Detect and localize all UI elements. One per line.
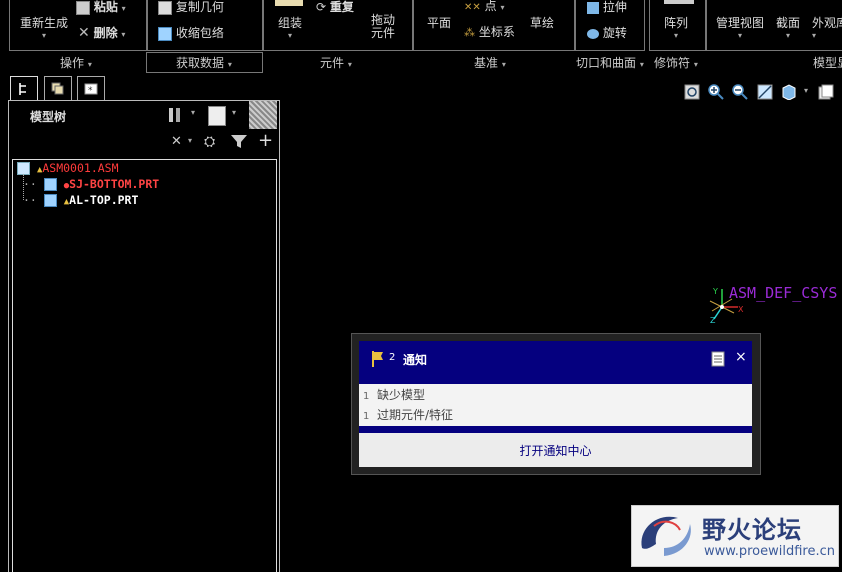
notification-dialog: 2 通知 × 1 缺少模型 1 过期元件/特征 打开通知中心: [351, 333, 761, 475]
binoculars-icon[interactable]: ⛭: [204, 134, 215, 150]
saved-views-icon[interactable]: [818, 84, 834, 100]
grid-toggle-icon[interactable]: [249, 101, 277, 129]
paste-icon: [76, 0, 90, 15]
model-tree-title: 模型树: [30, 110, 67, 124]
group-label-modifiers[interactable]: 修饰符 ▾: [654, 54, 698, 71]
forum-watermark: 野火论坛 www.proewildfire.cn: [631, 505, 839, 567]
tab-favorites[interactable]: *: [77, 76, 105, 101]
repaint-icon[interactable]: [757, 84, 773, 100]
part-icon: [43, 178, 57, 191]
forum-logo-icon: [641, 516, 691, 556]
close-search-icon[interactable]: ✕: [171, 134, 182, 149]
svg-text:*: *: [88, 86, 93, 96]
group-label-operations[interactable]: 操作 ▾: [60, 54, 92, 71]
tab-model-tree[interactable]: [10, 76, 38, 101]
extrude-button[interactable]: 拉伸: [587, 0, 627, 15]
manage-views-button[interactable]: 管理视图 ▾: [716, 14, 764, 40]
group-label-components[interactable]: 元件 ▾: [320, 54, 352, 71]
group-label-get-data[interactable]: 获取数据 ▾: [176, 54, 232, 71]
tree-icon: [19, 83, 26, 95]
zoom-in-icon[interactable]: [708, 84, 724, 100]
refit-icon[interactable]: [684, 84, 700, 100]
group-label-model-display[interactable]: 模型显: [813, 54, 842, 71]
add-icon[interactable]: +: [258, 130, 273, 151]
section-button[interactable]: 截面 ▾: [776, 14, 800, 40]
drag-components-button[interactable]: 拖动 元件: [371, 14, 395, 40]
flag-icon: [372, 351, 383, 367]
pattern-button[interactable]: 阵列 ▾: [664, 14, 688, 40]
point-icon: ✕✕: [464, 2, 481, 13]
settings-dropdown-icon[interactable]: ▾: [191, 108, 195, 117]
tree-item-root[interactable]: ▲ASM0001.ASM: [13, 161, 119, 177]
axis-y-label: Y: [713, 287, 718, 296]
group-label-cut-surface[interactable]: 切口和曲面 ▾: [576, 54, 644, 71]
pattern-icon: [664, 0, 694, 4]
paste-button[interactable]: 粘贴 ▾: [76, 0, 126, 15]
display-style-dropdown-icon[interactable]: ▾: [804, 86, 808, 95]
show-dropdown-icon[interactable]: ▾: [232, 108, 236, 117]
settings-icon[interactable]: [166, 106, 184, 124]
assemble-button[interactable]: 组装 ▾: [278, 14, 302, 40]
tree-item-part[interactable]: ·· ▲AL-TOP.PRT: [13, 193, 138, 209]
group-label-datum[interactable]: 基准 ▾: [474, 54, 506, 71]
repeat-button[interactable]: ⟳ 重复: [316, 0, 354, 15]
csys-label: ASM_DEF_CSYS: [729, 284, 838, 302]
notification-item[interactable]: 1 过期元件/特征: [363, 406, 453, 423]
delete-icon: ✕: [78, 25, 90, 41]
csys-icon: ⁂: [464, 26, 475, 39]
model-tree: ▲ASM0001.ASM ·· ●SJ-BOTTOM.PRT ·· ▲AL-TO…: [12, 159, 277, 572]
filter-dropdown-icon[interactable]: ▾: [188, 136, 192, 145]
folder-star-icon: *: [84, 83, 98, 96]
notification-list: 1 缺少模型 1 过期元件/特征: [359, 377, 752, 433]
regenerate-button[interactable]: 重新生成 ▾: [20, 14, 68, 40]
zoom-out-icon[interactable]: [732, 84, 748, 100]
open-notification-center-label: 打开通知中心: [519, 444, 592, 458]
revolve-icon: [587, 28, 599, 39]
assemble-icon: [275, 0, 303, 6]
axis-x-label: X: [738, 305, 744, 314]
forum-name: 野火论坛: [702, 516, 802, 544]
repeat-icon: ⟳: [316, 0, 327, 14]
filter-icon[interactable]: [230, 134, 248, 150]
copy-geometry-button[interactable]: 复制几何: [158, 0, 224, 15]
open-notification-center-button[interactable]: 打开通知中心: [359, 433, 752, 467]
revolve-button[interactable]: 旋转: [587, 24, 627, 41]
forum-url: www.proewildfire.cn: [704, 544, 835, 559]
notification-item[interactable]: 1 缺少模型: [363, 386, 425, 403]
notification-count: 2: [389, 352, 396, 363]
copy-geometry-icon: [158, 0, 172, 15]
layers-icon: [51, 82, 64, 95]
close-icon[interactable]: ×: [735, 349, 747, 365]
delete-button[interactable]: ✕ 删除 ▾: [78, 24, 125, 41]
csys-button[interactable]: ⁂ 坐标系: [464, 23, 515, 40]
point-button[interactable]: ✕✕ 点 ▾: [464, 0, 504, 14]
shrinkwrap-icon: [158, 26, 172, 41]
display-style-icon[interactable]: [781, 84, 797, 100]
shrinkwrap-button[interactable]: 收缩包络: [158, 24, 224, 41]
plane-button[interactable]: 平面: [427, 14, 451, 31]
document-icon[interactable]: [711, 351, 725, 367]
extrude-icon: [587, 1, 599, 14]
tab-layers[interactable]: [44, 76, 72, 101]
show-icon[interactable]: [208, 106, 226, 126]
appearance-button[interactable]: 外观库▾: [812, 14, 842, 40]
ribbon: 操作 ▾ 获取数据 ▾ 元件 ▾ 基准 ▾ 切口和曲面 ▾ 修饰符 ▾ 模型显 …: [0, 0, 842, 73]
notification-title: 通知: [403, 353, 428, 367]
notification-header: 2 通知 ×: [359, 341, 752, 377]
axis-z-label: Z: [710, 316, 716, 325]
sketch-button[interactable]: 草绘: [530, 14, 554, 31]
part-icon: [43, 194, 57, 207]
tree-item-part[interactable]: ·· ●SJ-BOTTOM.PRT: [13, 177, 159, 193]
